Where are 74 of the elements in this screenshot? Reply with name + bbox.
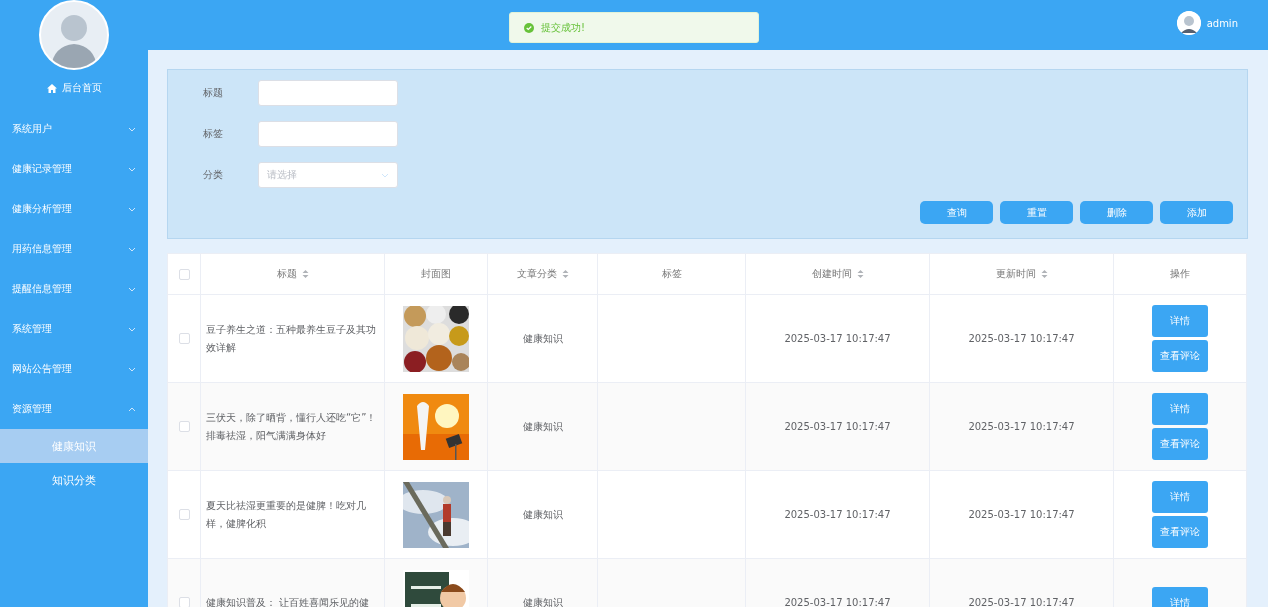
submenu-item[interactable]: 知识分类 xyxy=(0,463,148,497)
username[interactable]: admin xyxy=(1206,17,1238,29)
input-field[interactable] xyxy=(258,80,398,106)
column-header[interactable]: 更新时间 xyxy=(995,268,1036,279)
table-cell: 健康知识普及： 让百姓喜闻乐见的健 xyxy=(206,596,370,607)
row-action-button[interactable]: 详情 xyxy=(1152,481,1208,513)
row-action-button[interactable]: 查看评论 xyxy=(1152,516,1208,548)
chevron-down-icon xyxy=(128,246,136,252)
table-cell: 2025-03-17 10:17:47 xyxy=(968,333,1075,344)
table-cell: 健康知识 xyxy=(522,596,563,607)
chevron-up-icon xyxy=(128,406,136,412)
sidebar-item[interactable]: 健康记录管理 xyxy=(0,149,148,189)
checkbox[interactable] xyxy=(178,333,190,345)
chevron-down-icon xyxy=(128,326,136,332)
sort-icon[interactable] xyxy=(301,269,309,279)
sidebar-item[interactable]: 资源管理 xyxy=(0,389,148,429)
action-button[interactable]: 重置 xyxy=(1000,201,1073,224)
home-link[interactable]: 后台首页 xyxy=(61,81,102,95)
table-cell: 夏天比祛湿更重要的是健脾！吃对几样，健脾化积 xyxy=(206,499,366,529)
chevron-down-icon xyxy=(128,166,136,172)
table-cell: 2025-03-17 10:17:47 xyxy=(968,509,1075,520)
row-action-button[interactable]: 查看评论 xyxy=(1152,428,1208,460)
field-label: 标题 xyxy=(202,86,224,100)
row-action-button[interactable]: 详情 xyxy=(1152,393,1208,425)
select-field[interactable]: 请选择 xyxy=(258,162,398,188)
sidebar-item[interactable]: 健康分析管理 xyxy=(0,189,148,229)
chevron-down-icon xyxy=(128,366,136,372)
action-button[interactable]: 添加 xyxy=(1160,201,1233,224)
table-cell: 2025-03-17 10:17:47 xyxy=(968,421,1075,432)
row-action-button[interactable]: 详情 xyxy=(1152,305,1208,337)
column-header[interactable]: 创建时间 xyxy=(811,268,852,279)
submenu-item[interactable]: 健康知识 xyxy=(0,429,148,463)
sidebar-item[interactable]: 提醒信息管理 xyxy=(0,269,148,309)
sort-icon[interactable] xyxy=(561,269,569,279)
table-cell: 健康知识 xyxy=(522,420,563,432)
table-cell: 2025-03-17 10:17:47 xyxy=(968,597,1075,607)
column-header: 标签 xyxy=(661,268,682,279)
home-icon[interactable] xyxy=(46,83,57,93)
table-cell: 2025-03-17 10:17:47 xyxy=(784,597,891,607)
table-cell: 2025-03-17 10:17:47 xyxy=(784,333,891,344)
table-cell: 健康知识 xyxy=(522,508,563,520)
chevron-down-icon xyxy=(381,172,389,178)
row-action-button[interactable]: 查看评论 xyxy=(1152,340,1208,372)
table-cell: 2025-03-17 10:17:47 xyxy=(784,421,891,432)
sort-icon[interactable] xyxy=(1040,269,1048,279)
checkbox[interactable] xyxy=(178,509,190,521)
column-header: 封面图 xyxy=(421,268,451,279)
sidebar-item[interactable]: 用药信息管理 xyxy=(0,229,148,269)
field-label: 标签 xyxy=(202,127,224,141)
column-header[interactable]: 标题 xyxy=(276,268,297,279)
user-avatar[interactable] xyxy=(1176,11,1201,35)
table-cell: 豆子养生之道：五种最养生豆子及其功效详解 xyxy=(206,323,376,353)
column-header: 操作 xyxy=(1170,268,1190,279)
chevron-down-icon xyxy=(128,206,136,212)
action-button[interactable]: 删除 xyxy=(1080,201,1153,224)
checkbox[interactable] xyxy=(178,597,190,607)
row-action-button[interactable]: 详情 xyxy=(1152,586,1208,607)
sidebar-item[interactable]: 系统管理 xyxy=(0,309,148,349)
table-cell: 三伏天，除了晒背，懂行人还吃“它”！排毒祛湿，阳气满满身体好 xyxy=(206,411,377,441)
column-header[interactable]: 文章分类 xyxy=(516,268,557,279)
check-circle-icon xyxy=(524,22,534,33)
chevron-down-icon xyxy=(128,286,136,292)
table-cell: 健康知识 xyxy=(522,332,563,344)
table-cell: 2025-03-17 10:17:47 xyxy=(784,509,891,520)
field-label: 分类 xyxy=(202,168,224,182)
checkbox[interactable] xyxy=(178,421,190,433)
toast-message: 提交成功! xyxy=(541,20,585,35)
chevron-down-icon xyxy=(128,126,136,132)
input-field[interactable] xyxy=(258,121,398,147)
checkbox[interactable] xyxy=(178,268,190,280)
sidebar-item[interactable]: 网站公告管理 xyxy=(0,349,148,389)
sort-icon[interactable] xyxy=(856,269,864,279)
sidebar-item[interactable]: 系统用户 xyxy=(0,109,148,149)
action-button[interactable]: 查询 xyxy=(920,201,993,224)
